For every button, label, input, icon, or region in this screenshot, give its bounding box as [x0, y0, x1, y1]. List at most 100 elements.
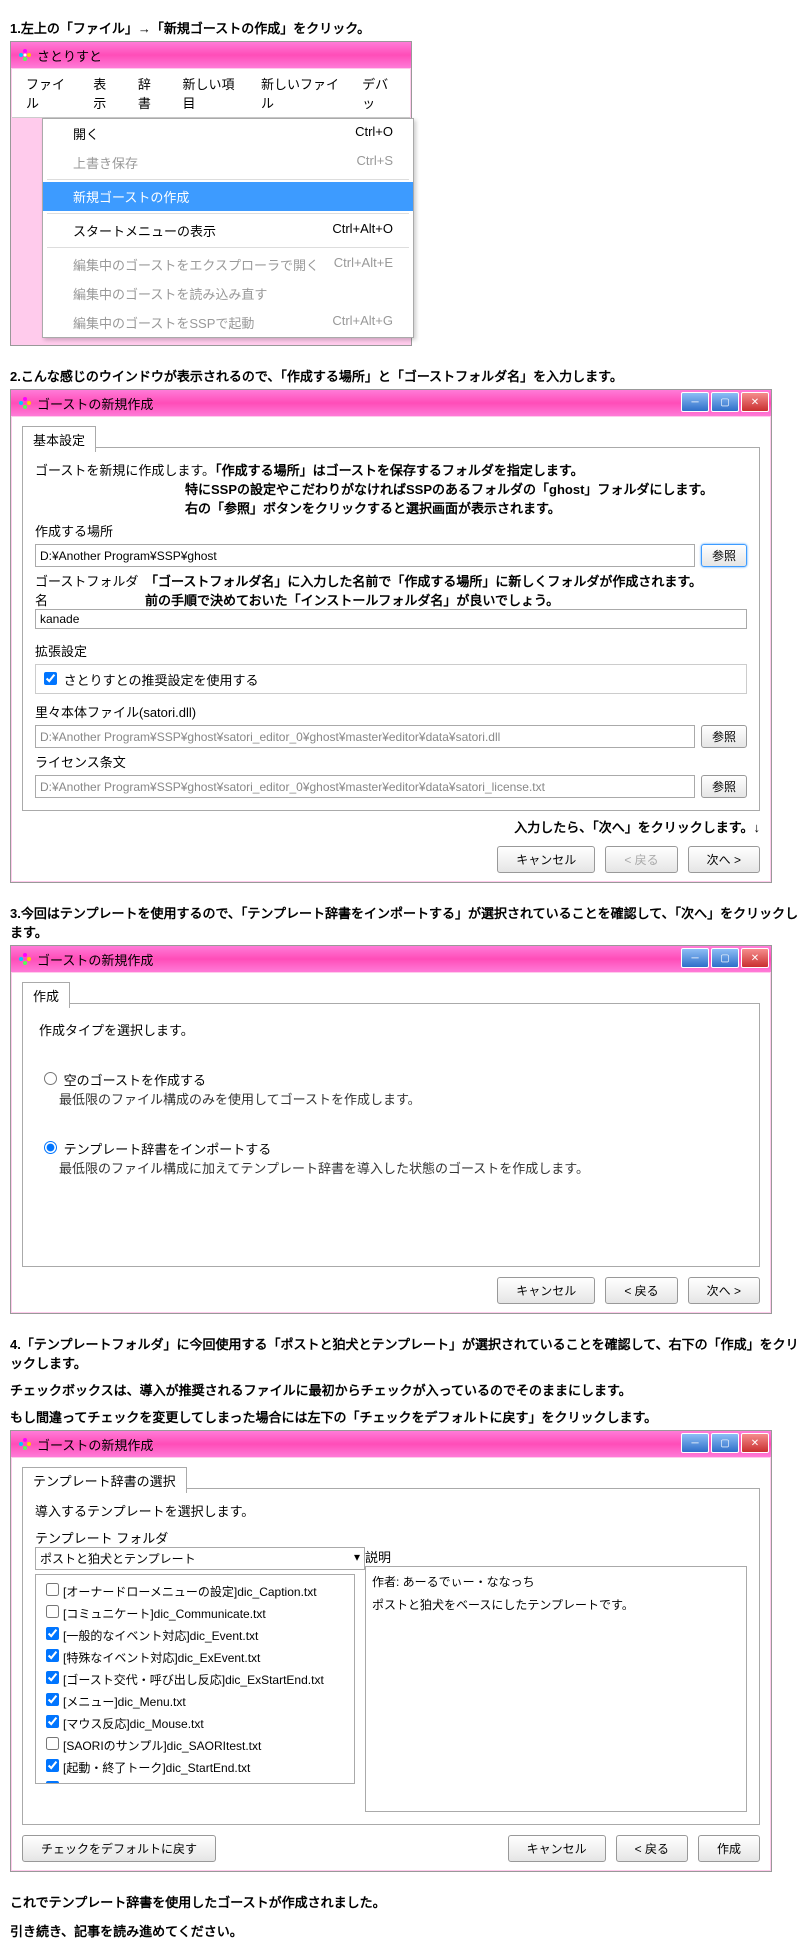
menubar: ファイル 表示 辞書 新しい項目 新しいファイル デバッ: [12, 69, 410, 118]
file-checkbox-row[interactable]: [メニュー]dic_Menu.txt: [40, 1689, 350, 1711]
label-description: 説明: [365, 1547, 747, 1566]
menu-newfile[interactable]: 新しいファイル: [251, 71, 350, 115]
file-checkbox-row[interactable]: [オーナードローメニューの設定]dic_Caption.txt: [40, 1579, 350, 1601]
cancel-button[interactable]: キャンセル: [497, 1277, 595, 1304]
browse-button[interactable]: 参照: [701, 725, 747, 748]
window-title: ゴーストの新規作成: [37, 394, 153, 413]
file-checkbox-row[interactable]: [一般的なイベント対応]dic_Event.txt: [40, 1623, 350, 1645]
back-button[interactable]: < 戻る: [605, 1277, 677, 1304]
minimize-button[interactable]: ─: [681, 1433, 709, 1453]
maximize-button[interactable]: ▢: [711, 948, 739, 968]
file-checkbox-row[interactable]: [コミュニケート]dic_Communicate.txt: [40, 1601, 350, 1623]
label-folder: ゴーストフォルダ名: [35, 571, 145, 609]
titlebar: さとりすと: [11, 42, 411, 68]
back-button: < 戻る: [605, 846, 677, 873]
cancel-button[interactable]: キャンセル: [497, 846, 595, 873]
menu-new-ghost[interactable]: 新規ゴーストの作成: [43, 182, 413, 211]
file-checkbox-row[interactable]: [SAORIのサンプル]dic_SAORItest.txt: [40, 1733, 350, 1755]
menu-newitem[interactable]: 新しい項目: [172, 71, 249, 115]
menu-open[interactable]: 開くCtrl+O: [43, 119, 413, 148]
intro-text: ゴーストを新規に作成します。: [35, 463, 215, 478]
next-button[interactable]: 次へ >: [688, 1277, 760, 1304]
file-checkbox-row[interactable]: [特殊なイベント対応]dic_ExEvent.txt: [40, 1645, 350, 1667]
new-ghost-window-3: ゴーストの新規作成 ─ ▢ ✕ テンプレート辞書の選択 導入するテンプレートを選…: [10, 1430, 772, 1872]
file-menu-dropdown: 開くCtrl+O 上書き保存Ctrl+S 新規ゴーストの作成 スタートメニューの…: [42, 118, 414, 338]
closing-text-2: 引き続き、記事を読み進めてください。: [10, 1921, 800, 1940]
menu-open-explorer: 編集中のゴーストをエクスプローラで開くCtrl+Alt+E: [43, 250, 413, 279]
step4-note2: もし間違ってチェックを変更してしまった場合には左下の「チェックをデフォルトに戻す…: [10, 1407, 800, 1426]
template-folder-select[interactable]: ポストと狛犬とテンプレート▾: [35, 1547, 365, 1570]
chevron-down-icon: ▾: [354, 1550, 360, 1567]
radio-empty[interactable]: 空のゴーストを作成する: [39, 1073, 206, 1088]
intro-text: 導入するテンプレートを選択します。: [35, 1501, 747, 1520]
app-icon: [17, 951, 33, 967]
close-button[interactable]: ✕: [741, 1433, 769, 1453]
tab-template-select[interactable]: テンプレート辞書の選択: [22, 1467, 187, 1493]
browse-button[interactable]: 参照: [701, 775, 747, 798]
tab-create[interactable]: 作成: [22, 982, 70, 1008]
menu-debug[interactable]: デバッ: [352, 71, 406, 115]
maximize-button[interactable]: ▢: [711, 1433, 739, 1453]
annotation: 特にSSPの設定やこだわりがなければSSPのあるフォルダの「ghost」フォルダ…: [185, 479, 747, 498]
menu-startmenu[interactable]: スタートメニューの表示Ctrl+Alt+O: [43, 216, 413, 245]
menu-reload: 編集中のゴーストを読み込み直す: [43, 279, 413, 308]
reset-checks-button[interactable]: チェックをデフォルトに戻す: [22, 1835, 216, 1862]
menu-dict[interactable]: 辞書: [128, 71, 171, 115]
label-template-folder: テンプレート フォルダ: [35, 1528, 747, 1547]
titlebar: ゴーストの新規作成 ─ ▢ ✕: [11, 946, 771, 972]
radio-template[interactable]: テンプレート辞書をインポートする: [39, 1142, 271, 1157]
file-checkbox-row[interactable]: [ネットワーク更新・メニューURLなど]dic_String.txt: [40, 1777, 350, 1784]
folder-input[interactable]: [35, 609, 747, 629]
recommended-checkbox[interactable]: さとりすとの推奨設定を使用する: [40, 673, 259, 688]
titlebar: ゴーストの新規作成 ─ ▢ ✕: [11, 1431, 771, 1457]
label-location: 作成する場所: [35, 521, 747, 540]
annotation: 右の「参照」ボタンをクリックすると選択画面が表示されます。: [185, 498, 747, 517]
browse-button[interactable]: 参照: [701, 544, 747, 567]
file-checkbox-row[interactable]: [起動・終了トーク]dic_StartEnd.txt: [40, 1755, 350, 1777]
description-box: 作者: あーるでぃー・ななっち ポストと狛犬をベースにしたテンプレートです。: [365, 1566, 747, 1812]
file-checkbox-row[interactable]: [ゴースト交代・呼び出し反応]dic_ExStartEnd.txt: [40, 1667, 350, 1689]
new-ghost-window-1: ゴーストの新規作成 ─ ▢ ✕ 基本設定 ゴーストを新規に作成します。「作成する…: [10, 389, 772, 883]
label-ext: 拡張設定: [35, 641, 747, 660]
opt2-desc: 最低限のファイル構成に加えてテンプレート辞書を導入した状態のゴーストを作成します…: [59, 1158, 743, 1177]
window-title: ゴーストの新規作成: [37, 950, 153, 969]
close-button[interactable]: ✕: [741, 392, 769, 412]
step1-title: 1.左上の「ファイル」→「新規ゴーストの作成」をクリック。: [10, 18, 800, 37]
close-button[interactable]: ✕: [741, 948, 769, 968]
menu-save: 上書き保存Ctrl+S: [43, 148, 413, 177]
annotation: 「作成する場所」はゴーストを保存するフォルダを指定します。: [215, 463, 584, 478]
satori-input: [35, 725, 695, 748]
label-license: ライセンス条文: [35, 752, 747, 771]
window-body: ファイル 表示 辞書 新しい項目 新しいファイル デバッ 開くCtrl+O 上書…: [11, 68, 411, 345]
minimize-button[interactable]: ─: [681, 948, 709, 968]
app-icon: [17, 395, 33, 411]
satolist-window: さとりすと ファイル 表示 辞書 新しい項目 新しいファイル デバッ 開くCtr…: [10, 41, 412, 346]
opt1-desc: 最低限のファイル構成のみを使用してゴーストを作成します。: [59, 1089, 743, 1108]
maximize-button[interactable]: ▢: [711, 392, 739, 412]
label-satori: 里々本体ファイル(satori.dll): [35, 702, 747, 721]
annotation: 前の手順で決めておいた「インストールフォルダ名」が良いでしょう。: [145, 590, 747, 609]
step4-note1: チェックボックスは、導入が推奨されるファイルに最初からチェックが入っているのでそ…: [10, 1380, 800, 1399]
location-input[interactable]: [35, 544, 695, 567]
file-checkbox-row[interactable]: [マウス反応]dic_Mouse.txt: [40, 1711, 350, 1733]
app-icon: [17, 47, 33, 63]
menu-file[interactable]: ファイル: [16, 71, 81, 115]
window-title: ゴーストの新規作成: [37, 1435, 153, 1454]
minimize-button[interactable]: ─: [681, 392, 709, 412]
closing-text-1: これでテンプレート辞書を使用したゴーストが作成されました。: [10, 1892, 800, 1911]
titlebar: ゴーストの新規作成 ─ ▢ ✕: [11, 390, 771, 416]
step4-title: 4.「テンプレートフォルダ」に今回使用する「ポストと狛犬とテンプレート」が選択さ…: [10, 1334, 800, 1372]
create-button[interactable]: 作成: [698, 1835, 760, 1862]
app-icon: [17, 1436, 33, 1452]
back-button[interactable]: < 戻る: [616, 1835, 688, 1862]
menu-view[interactable]: 表示: [83, 71, 126, 115]
step2-title: 2.こんな感じのウインドウが表示されるので、「作成する場所」と「ゴーストフォルダ…: [10, 366, 800, 385]
license-input: [35, 775, 695, 798]
cancel-button[interactable]: キャンセル: [508, 1835, 606, 1862]
menu-launch-ssp: 編集中のゴーストをSSPで起動Ctrl+Alt+G: [43, 308, 413, 337]
intro-text: 作成タイプを選択します。: [39, 1020, 743, 1039]
tab-basic[interactable]: 基本設定: [22, 426, 96, 452]
file-checklist[interactable]: [オーナードローメニューの設定]dic_Caption.txt[コミュニケート]…: [35, 1574, 355, 1784]
next-button[interactable]: 次へ >: [688, 846, 760, 873]
new-ghost-window-2: ゴーストの新規作成 ─ ▢ ✕ 作成 作成タイプを選択します。 空のゴーストを作…: [10, 945, 772, 1314]
